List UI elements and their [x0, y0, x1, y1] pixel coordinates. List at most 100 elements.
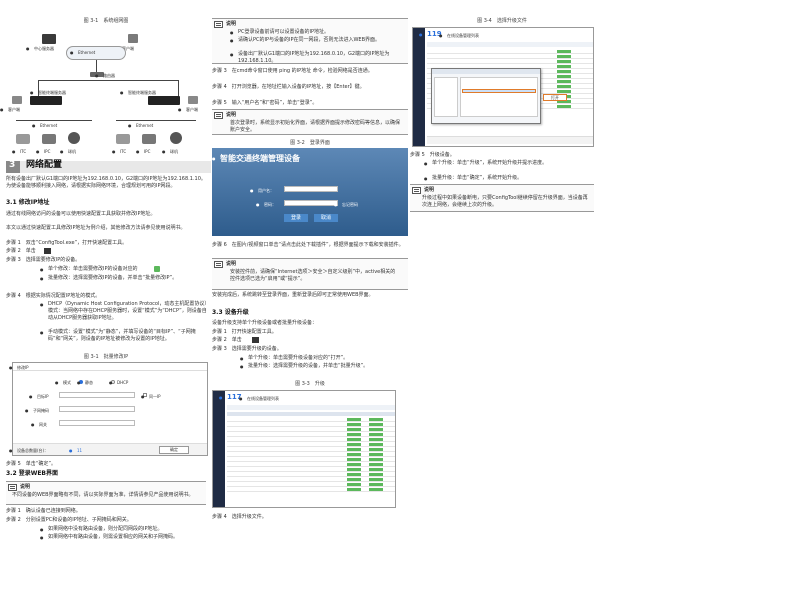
open-button[interactable]	[369, 443, 383, 446]
open-button[interactable]	[369, 433, 383, 436]
diagram-label: 智能终端服务器	[120, 89, 178, 96]
same-ip-label: 同一IP	[141, 393, 160, 400]
network-diagram: 中心服务器 客户端 Ethernet 路由器 智能终端服务器 智能终端服务器 客…	[0, 28, 208, 158]
open-button[interactable]	[347, 453, 361, 456]
username-label: 用户名：	[250, 187, 274, 194]
modify-ip-dialog: 修改IP 模式 静态 DHCP 目标IP 同一IP 子网掩码 网关 设备总数量(…	[9, 362, 208, 456]
open-button[interactable]	[347, 483, 361, 486]
table-row[interactable]	[227, 458, 395, 462]
mask-input[interactable]	[59, 406, 135, 412]
step: 步骤 6 在图片/视频窗口单击“请点击此处下载插件”，根据界面提示下载和安装插件…	[212, 242, 404, 248]
open-button[interactable]	[369, 423, 383, 426]
ip-icon	[44, 248, 51, 254]
gateway-label: 网关	[31, 421, 47, 428]
open-button[interactable]	[557, 80, 571, 83]
open-button[interactable]	[369, 478, 383, 481]
open-button[interactable]	[557, 105, 571, 108]
open-button[interactable]	[369, 418, 383, 421]
open-button[interactable]	[347, 473, 361, 476]
open-button[interactable]	[369, 428, 383, 431]
open-button[interactable]	[347, 448, 361, 451]
dhcp-label: DHCP	[109, 379, 129, 386]
sidebar	[213, 391, 225, 507]
table-row[interactable]	[227, 433, 395, 437]
open-button[interactable]	[347, 478, 361, 481]
bullet: 批量修改：选择需要修改IP的设备，并单击“批量修改IP”。	[40, 275, 208, 282]
note-icon	[214, 21, 223, 28]
table-row[interactable]	[227, 483, 395, 487]
open-button[interactable]	[347, 433, 361, 436]
bullet: 单个升级：单击需要升级设备对应的“打开”。	[240, 355, 404, 362]
open-file-button[interactable]: 打开	[543, 94, 567, 101]
note-label: 说明	[226, 112, 237, 118]
open-button[interactable]	[347, 428, 361, 431]
mode-label: 模式	[55, 379, 71, 386]
computer-icon	[12, 96, 22, 104]
open-button[interactable]	[347, 438, 361, 441]
open-button[interactable]	[557, 85, 571, 88]
target-ip-input[interactable]	[59, 392, 135, 398]
table-row[interactable]	[227, 443, 395, 447]
open-button[interactable]	[369, 448, 383, 451]
folder-tree[interactable]	[434, 77, 458, 117]
table-row[interactable]	[427, 55, 593, 59]
open-button[interactable]	[557, 65, 571, 68]
gateway-input[interactable]	[59, 420, 135, 426]
open-button[interactable]	[369, 488, 383, 491]
open-button[interactable]	[347, 458, 361, 461]
diagram-label: 球机	[162, 148, 190, 155]
table-row[interactable]	[227, 428, 395, 432]
table-row[interactable]	[227, 448, 395, 452]
open-button[interactable]	[557, 70, 571, 73]
table-row[interactable]	[227, 463, 395, 467]
open-button[interactable]	[369, 483, 383, 486]
open-button[interactable]	[347, 443, 361, 446]
table-row[interactable]	[427, 50, 593, 54]
cancel-button[interactable]: 取消	[314, 214, 338, 222]
diagram-label: 球机	[60, 148, 88, 155]
note-icon	[8, 484, 17, 491]
table-row[interactable]	[227, 453, 395, 457]
link-line	[96, 60, 97, 72]
table-row[interactable]	[227, 423, 395, 427]
open-button[interactable]	[347, 488, 361, 491]
diagram-label: Ethernet	[32, 122, 80, 129]
username-input[interactable]	[284, 186, 338, 192]
open-button[interactable]	[369, 458, 383, 461]
open-button[interactable]	[347, 463, 361, 466]
table-row[interactable]	[227, 418, 395, 422]
open-button[interactable]	[369, 468, 383, 471]
file-dialog-titlebar	[432, 69, 540, 74]
table-row[interactable]	[227, 438, 395, 442]
chapter-heading: 3 网络配置	[6, 161, 211, 173]
open-button[interactable]	[557, 50, 571, 53]
ok-button[interactable]: 确定	[159, 446, 189, 454]
open-button[interactable]	[557, 60, 571, 63]
step: 步骤 5 升级设备。	[410, 152, 455, 158]
password-input[interactable]	[284, 200, 338, 206]
open-button[interactable]	[347, 468, 361, 471]
table-row[interactable]	[427, 60, 593, 64]
bullet: 如果网络中没有路由设备，则分配同网段的IP地址。	[40, 526, 208, 533]
open-button[interactable]	[557, 55, 571, 58]
open-button[interactable]	[369, 463, 383, 466]
open-button[interactable]	[369, 473, 383, 476]
diagram-label: 路由器	[95, 72, 133, 79]
table-row[interactable]	[227, 468, 395, 472]
table-row[interactable]	[227, 478, 395, 482]
bullet: 单个升级：单击“升级”，系统开始升级并提示进度。	[424, 160, 602, 167]
forget-password-link[interactable]: 忘记密码	[334, 201, 358, 208]
table-row[interactable]	[227, 473, 395, 477]
open-button[interactable]	[347, 423, 361, 426]
note-box: 说明 安装控件前，请确保“Internet选项＞安全＞自定义级别”中，activ…	[212, 258, 408, 290]
open-button[interactable]	[557, 90, 571, 93]
selected-file[interactable]	[462, 89, 536, 93]
table-row[interactable]	[227, 488, 395, 492]
open-button[interactable]	[557, 75, 571, 78]
open-button[interactable]	[347, 418, 361, 421]
sidebar	[413, 28, 425, 146]
open-button[interactable]	[369, 438, 383, 441]
file-list[interactable]	[460, 77, 538, 117]
login-button[interactable]: 登录	[284, 214, 308, 222]
open-button[interactable]	[369, 453, 383, 456]
